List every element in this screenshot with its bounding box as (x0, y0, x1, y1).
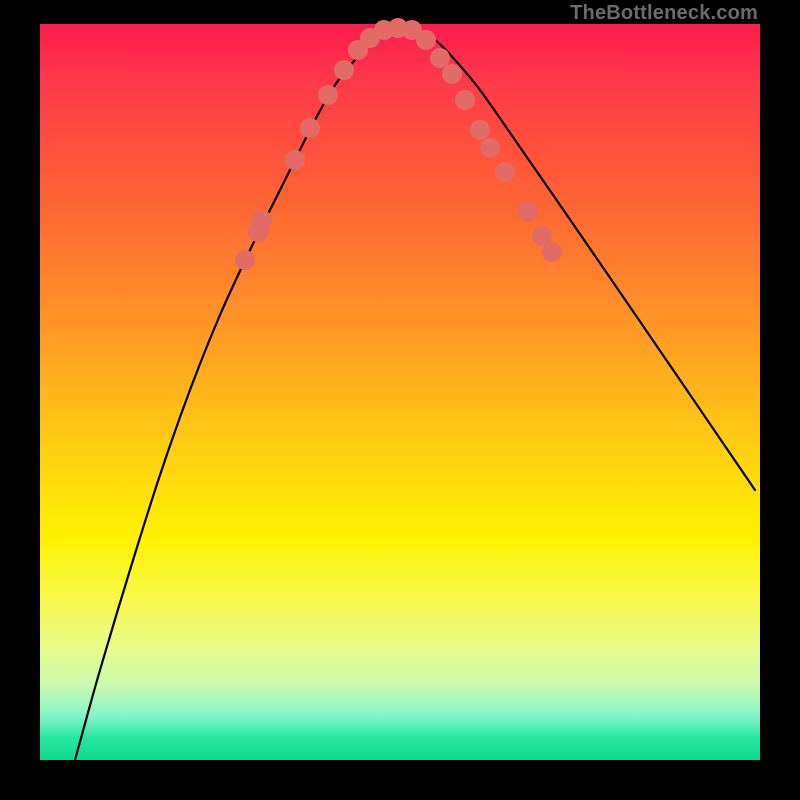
highlight-dot (285, 150, 305, 170)
highlight-dot (252, 210, 272, 230)
highlight-dot (430, 48, 450, 68)
highlight-dot (416, 30, 436, 50)
watermark-label: TheBottleneck.com (570, 2, 758, 25)
plot-area (40, 24, 760, 760)
highlight-dot (300, 118, 320, 138)
highlight-dot (455, 90, 475, 110)
highlight-dot (480, 138, 500, 158)
chart-frame: TheBottleneck.com (0, 0, 800, 800)
highlight-dot (235, 250, 255, 270)
bottleneck-curve (75, 29, 755, 760)
highlight-dot (495, 162, 515, 182)
highlight-dot (334, 60, 354, 80)
highlight-dot (470, 120, 490, 140)
highlight-dot (442, 64, 462, 84)
highlight-dots (235, 18, 562, 270)
highlight-dot (518, 202, 538, 222)
curve-svg (40, 24, 760, 760)
highlight-dot (318, 85, 338, 105)
highlight-dot (542, 242, 562, 262)
